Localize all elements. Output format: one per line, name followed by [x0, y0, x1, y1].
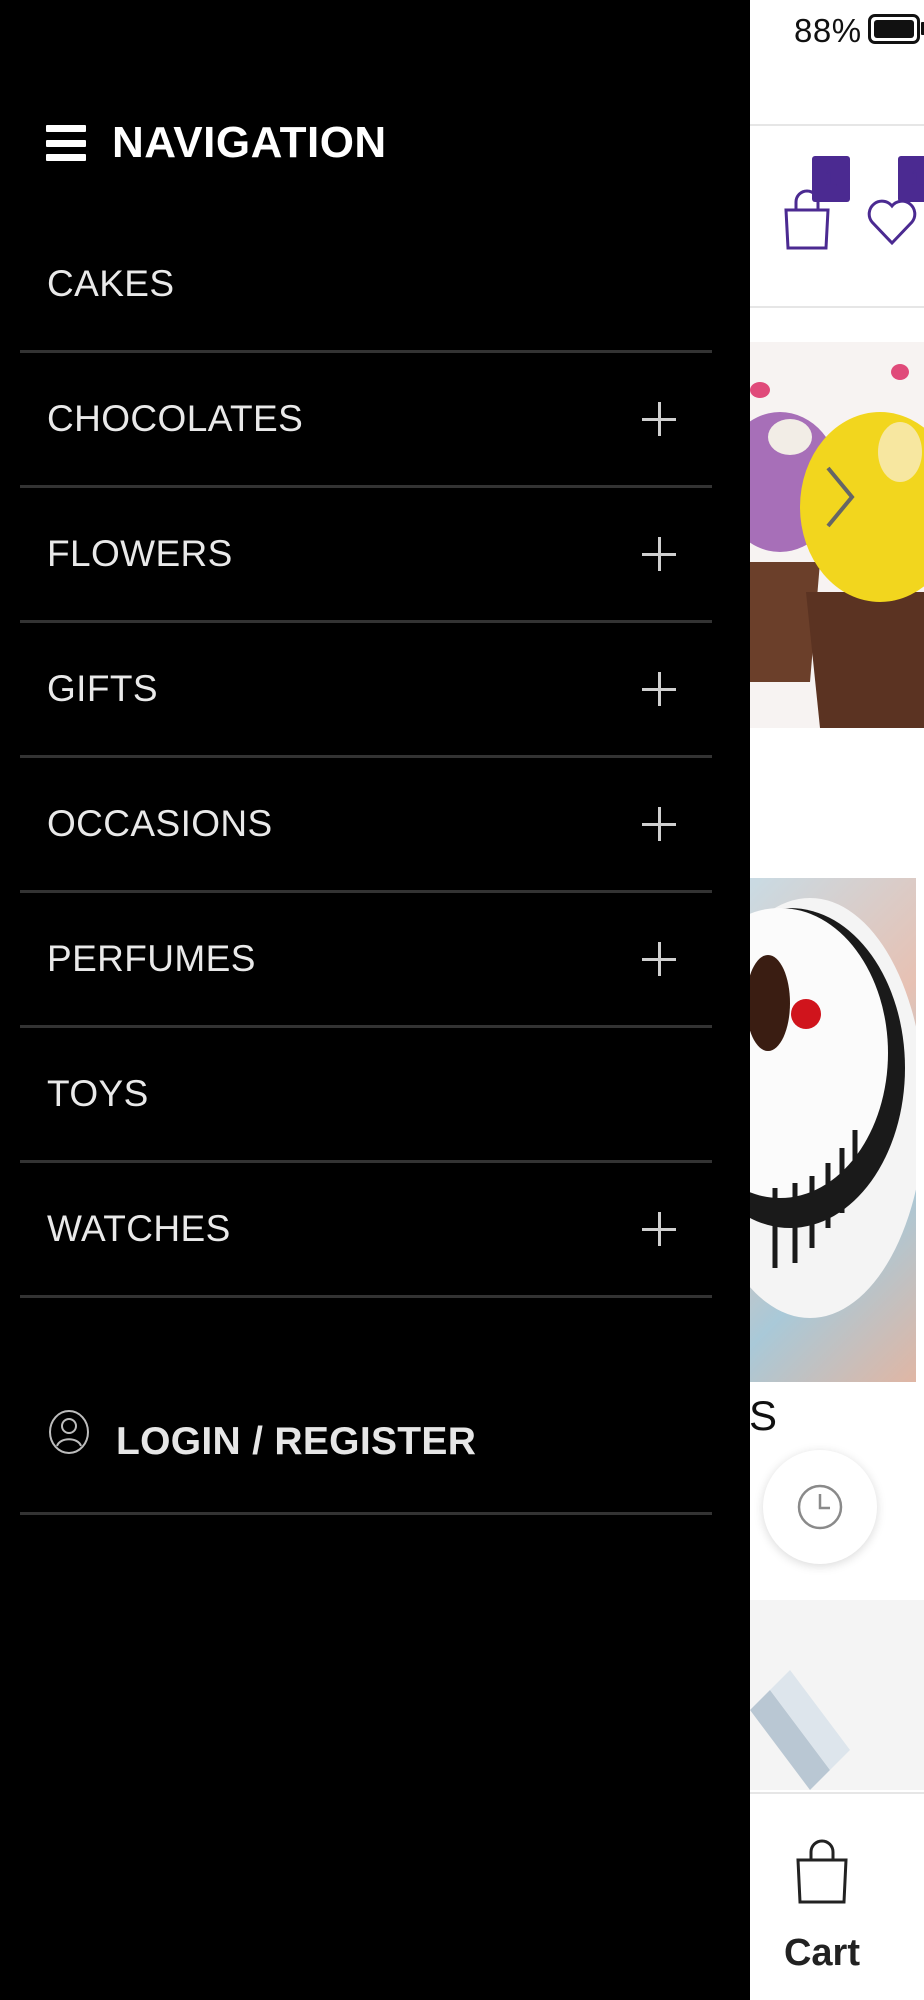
- nav-item-label: WATCHES: [47, 1208, 231, 1249]
- wishlist-count-badge: 1: [898, 156, 924, 202]
- carousel-next-icon[interactable]: [820, 462, 860, 532]
- nav-item-label: OCCASIONS: [47, 803, 273, 844]
- timer-button[interactable]: [763, 1450, 877, 1564]
- nav-item-label: FLOWERS: [47, 533, 233, 574]
- login-register-link[interactable]: LOGIN / REGISTER: [20, 1360, 712, 1515]
- battery-icon: [868, 14, 920, 44]
- nav-item-flowers[interactable]: FLOWERS: [20, 488, 712, 623]
- nav-item-toys[interactable]: TOYS: [20, 1028, 712, 1163]
- bag-count-badge: 1: [812, 156, 850, 202]
- hamburger-menu-icon[interactable]: [46, 123, 86, 163]
- expand-plus-icon[interactable]: [642, 942, 676, 976]
- clock-icon: [797, 1484, 843, 1530]
- cake-product-image[interactable]: [750, 878, 916, 1382]
- drawer-header: NAVIGATION: [46, 118, 387, 168]
- expand-plus-icon[interactable]: [642, 537, 676, 571]
- expand-plus-icon[interactable]: [642, 672, 676, 706]
- expand-plus-icon[interactable]: [642, 807, 676, 841]
- cart-label: Cart: [783, 1932, 861, 1974]
- header-bottom-divider: [750, 306, 924, 308]
- cupcakes-image: [750, 342, 924, 728]
- user-icon: [49, 1410, 89, 1454]
- nav-item-label: GIFTS: [47, 668, 158, 709]
- nav-item-label: CAKES: [47, 263, 175, 304]
- nav-item-chocolates[interactable]: CHOCOLATES: [20, 353, 712, 488]
- cart-bag-icon: [796, 1839, 848, 1904]
- shopping-bag-button[interactable]: 1: [780, 156, 850, 250]
- header-divider: [750, 124, 924, 126]
- wishlist-button[interactable]: 1: [862, 156, 924, 246]
- nav-item-label: PERFUMES: [47, 938, 256, 979]
- cart-tab[interactable]: Cart: [750, 1794, 894, 2000]
- nav-item-gifts[interactable]: GIFTS: [20, 623, 712, 758]
- nav-item-occasions[interactable]: OCCASIONS: [20, 758, 712, 893]
- battery-percent: 88%: [794, 12, 862, 49]
- gift-image: [750, 1600, 924, 1790]
- banner-image[interactable]: [750, 342, 924, 728]
- login-register-label: LOGIN / REGISTER: [116, 1420, 477, 1463]
- section-heading-partial: S: [749, 1392, 778, 1439]
- nav-list: CAKES CHOCOLATES FLOWERS GIFTS OCCASIONS…: [20, 218, 712, 1298]
- expand-plus-icon[interactable]: [642, 402, 676, 436]
- nav-item-label: CHOCOLATES: [47, 398, 304, 439]
- expand-plus-icon[interactable]: [642, 1212, 676, 1246]
- nav-item-watches[interactable]: WATCHES: [20, 1163, 712, 1298]
- nav-item-perfumes[interactable]: PERFUMES: [20, 893, 712, 1028]
- drawer-title: NAVIGATION: [112, 118, 387, 167]
- nav-item-label: TOYS: [47, 1073, 149, 1114]
- black-forest-cake-image: [750, 898, 916, 1318]
- heart-icon: [867, 199, 917, 246]
- nav-item-cakes[interactable]: CAKES: [20, 218, 712, 353]
- product-image-partial[interactable]: [750, 1600, 924, 1790]
- bottom-bar: Cart: [750, 1792, 924, 2000]
- status-bar: 88%: [750, 0, 924, 62]
- navigation-drawer: NAVIGATION CAKES CHOCOLATES FLOWERS GIFT…: [0, 0, 750, 2000]
